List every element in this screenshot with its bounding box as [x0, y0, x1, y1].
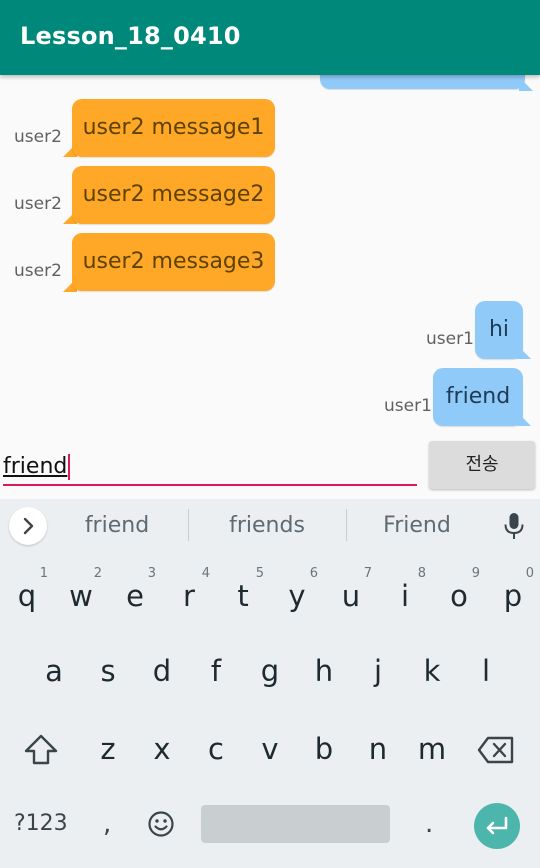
key-e[interactable]: e3 — [108, 561, 162, 631]
key-o[interactable]: o9 — [432, 561, 486, 631]
app-bar: Lesson_18_0410 — [0, 0, 540, 75]
backspace-icon[interactable] — [476, 735, 516, 765]
key-hint: 4 — [201, 566, 210, 581]
key-i[interactable]: i8 — [378, 561, 432, 631]
key-hint: 2 — [93, 566, 102, 581]
message-input-bar: friend 전송 — [0, 435, 540, 499]
key-t[interactable]: t5 — [216, 561, 270, 631]
key-x[interactable]: x — [135, 714, 189, 784]
message-bubble[interactable] — [320, 75, 525, 89]
key-g[interactable]: g — [243, 636, 297, 706]
suggestion-item[interactable]: friends — [200, 499, 334, 553]
key-hint: 0 — [525, 566, 534, 581]
key-hint: 7 — [363, 566, 372, 581]
key-n[interactable]: n — [351, 714, 405, 784]
key-z[interactable]: z — [81, 714, 135, 784]
suggestion-item[interactable]: Friend — [358, 499, 476, 553]
key-label: u — [341, 579, 361, 613]
key-c[interactable]: c — [189, 714, 243, 784]
message-bubble[interactable]: user2 message1 — [72, 99, 275, 157]
enter-icon — [486, 816, 508, 835]
key-h[interactable]: h — [297, 636, 351, 706]
key-d[interactable]: d — [135, 636, 189, 706]
input-underline — [3, 484, 417, 486]
suggestion-divider — [188, 509, 189, 541]
key-w[interactable]: w2 — [54, 561, 108, 631]
enter-key[interactable] — [474, 803, 520, 849]
emoji-icon[interactable] — [147, 810, 175, 838]
soft-keyboard: q1 w2 e3 r4 t5 y6 u7 i8 o9 p0 a s d f g … — [0, 553, 540, 868]
message-sender: user1 — [384, 396, 432, 416]
suggestion-divider — [346, 509, 347, 541]
key-label: r — [183, 579, 195, 613]
key-label: q — [17, 579, 37, 613]
key-m[interactable]: m — [405, 714, 459, 784]
key-label: i — [400, 579, 410, 613]
message-bubble[interactable]: user2 message3 — [72, 233, 275, 291]
message-sender: user2 — [14, 127, 62, 147]
chevron-right-icon — [23, 517, 34, 535]
key-y[interactable]: y6 — [270, 561, 324, 631]
key-u[interactable]: u7 — [324, 561, 378, 631]
space-key[interactable] — [201, 805, 390, 843]
suggestion-item[interactable]: friend — [62, 499, 172, 553]
message-bubble[interactable]: user2 message2 — [72, 166, 275, 224]
message-input[interactable]: friend — [3, 449, 417, 485]
message-sender: user2 — [14, 261, 62, 281]
key-a[interactable]: a — [27, 636, 81, 706]
key-label: y — [288, 579, 306, 613]
text-cursor — [68, 454, 71, 480]
key-hint: 1 — [39, 566, 48, 581]
key-q[interactable]: q1 — [0, 561, 54, 631]
key-v[interactable]: v — [243, 714, 297, 784]
key-label: e — [126, 579, 144, 613]
comma-key[interactable]: , — [103, 809, 111, 839]
key-label: t — [237, 579, 249, 613]
message-input-text: friend — [3, 454, 68, 479]
key-label: p — [503, 579, 523, 613]
shift-icon[interactable] — [22, 733, 60, 767]
key-p[interactable]: p0 — [486, 561, 540, 631]
key-label: o — [450, 579, 468, 613]
key-label: w — [69, 579, 93, 613]
message-sender: user1 — [426, 329, 474, 349]
key-hint: 5 — [255, 566, 264, 581]
key-hint: 3 — [147, 566, 156, 581]
message-bubble[interactable]: hi — [475, 301, 523, 359]
expand-toolbar-button[interactable] — [9, 507, 47, 545]
key-k[interactable]: k — [405, 636, 459, 706]
bubble-tail — [517, 345, 531, 359]
message-sender: user1 — [270, 75, 318, 80]
period-key[interactable]: . — [425, 809, 433, 839]
suggestion-strip: friend friends Friend — [0, 499, 540, 553]
key-b[interactable]: b — [297, 714, 351, 784]
bubble-tail — [519, 77, 533, 91]
message-sender: user2 — [14, 194, 62, 214]
key-l[interactable]: l — [459, 636, 513, 706]
send-button[interactable]: 전송 — [429, 441, 535, 489]
app-title: Lesson_18_0410 — [20, 22, 241, 50]
bubble-tail — [517, 412, 531, 426]
key-hint: 8 — [417, 566, 426, 581]
message-list[interactable]: user1 user2 user2 message1 user2 user2 m… — [0, 75, 540, 435]
key-hint: 6 — [309, 566, 318, 581]
key-f[interactable]: f — [189, 636, 243, 706]
message-bubble[interactable]: friend — [433, 368, 523, 426]
key-hint: 9 — [471, 566, 480, 581]
microphone-icon[interactable] — [501, 511, 527, 541]
key-j[interactable]: j — [351, 636, 405, 706]
symbols-key[interactable]: ?123 — [14, 811, 68, 836]
key-s[interactable]: s — [81, 636, 135, 706]
key-r[interactable]: r4 — [162, 561, 216, 631]
